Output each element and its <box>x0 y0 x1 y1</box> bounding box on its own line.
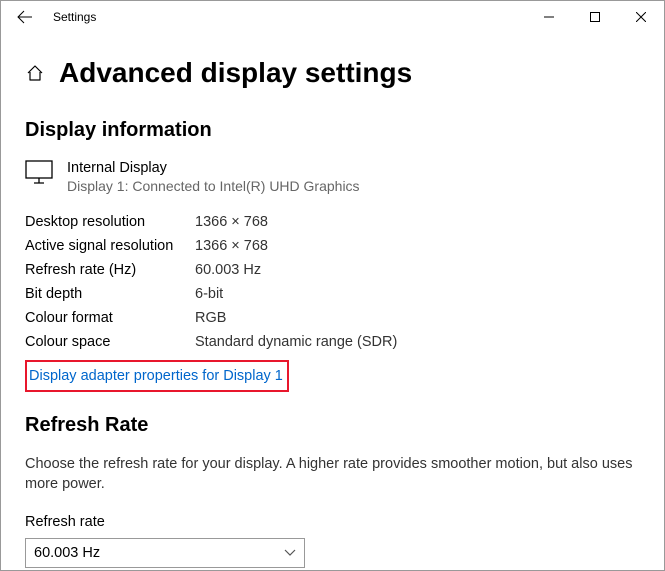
refresh-rate-selected: 60.003 Hz <box>34 545 100 561</box>
prop-label: Refresh rate (Hz) <box>25 262 195 278</box>
highlight-annotation: Display adapter properties for Display 1 <box>25 360 289 392</box>
chevron-down-icon <box>284 549 296 557</box>
maximize-icon <box>590 12 600 22</box>
maximize-button[interactable] <box>572 1 618 33</box>
content: Advanced display settings Display inform… <box>1 33 664 568</box>
arrow-left-icon <box>17 9 33 25</box>
display-properties: Desktop resolution1366 × 768 Active sign… <box>25 210 640 354</box>
prop-row: Bit depth6-bit <box>25 282 640 306</box>
window-title: Settings <box>53 10 96 24</box>
prop-value: RGB <box>195 310 226 326</box>
display-name: Internal Display <box>67 160 360 176</box>
prop-label: Desktop resolution <box>25 214 195 230</box>
page-title: Advanced display settings <box>59 57 412 89</box>
prop-value: 6-bit <box>195 286 223 302</box>
home-button[interactable] <box>25 63 45 83</box>
refresh-rate-select[interactable]: 60.003 Hz <box>25 538 305 568</box>
close-icon <box>636 12 646 22</box>
prop-label: Colour format <box>25 310 195 326</box>
minimize-button[interactable] <box>526 1 572 33</box>
prop-label: Colour space <box>25 334 195 350</box>
prop-value: Standard dynamic range (SDR) <box>195 334 397 350</box>
display-subtitle: Display 1: Connected to Intel(R) UHD Gra… <box>67 178 360 194</box>
minimize-icon <box>544 12 554 22</box>
page-header: Advanced display settings <box>25 57 640 89</box>
display-adapter-link[interactable]: Display adapter properties for Display 1 <box>27 362 287 390</box>
prop-row: Colour formatRGB <box>25 306 640 330</box>
window-controls <box>526 1 664 33</box>
refresh-rate-label: Refresh rate <box>25 514 640 530</box>
monitor-icon <box>25 160 53 184</box>
display-summary: Internal Display Display 1: Connected to… <box>25 160 640 194</box>
prop-value: 60.003 Hz <box>195 262 261 278</box>
prop-value: 1366 × 768 <box>195 214 268 230</box>
home-icon <box>26 64 44 82</box>
prop-label: Bit depth <box>25 286 195 302</box>
refresh-rate-heading: Refresh Rate <box>25 414 640 437</box>
prop-value: 1366 × 768 <box>195 238 268 254</box>
prop-row: Colour spaceStandard dynamic range (SDR) <box>25 330 640 354</box>
refresh-rate-description: Choose the refresh rate for your display… <box>25 455 640 494</box>
close-button[interactable] <box>618 1 664 33</box>
display-info-heading: Display information <box>25 119 640 142</box>
prop-label: Active signal resolution <box>25 238 195 254</box>
prop-row: Desktop resolution1366 × 768 <box>25 210 640 234</box>
back-button[interactable] <box>9 1 41 33</box>
prop-row: Refresh rate (Hz)60.003 Hz <box>25 258 640 282</box>
prop-row: Active signal resolution1366 × 768 <box>25 234 640 258</box>
titlebar: Settings <box>1 1 664 33</box>
